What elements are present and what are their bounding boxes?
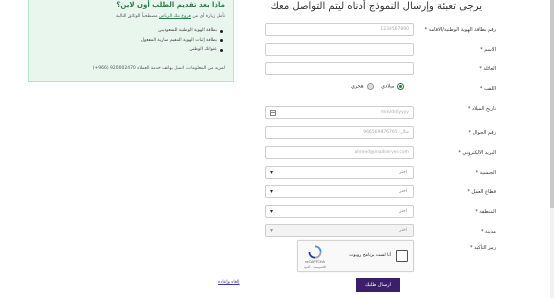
title-option-gregorian-label: ميلادي — [381, 83, 395, 90]
title-option-gregorian[interactable]: ميلادي — [381, 83, 405, 90]
branches-link[interactable]: فروع بنك الرياض — [159, 14, 191, 19]
list-item: بطاقة إثبات الهوية المقيم سارية المفعول — [141, 36, 224, 46]
radio-unchecked-icon[interactable] — [366, 83, 374, 90]
recaptcha-checkbox-label: أنا لست برنامج روبوت — [349, 253, 391, 258]
intro-prefix: نأمل زيارة أي من — [192, 14, 225, 19]
captcha-label: رمز التأكيد * — [470, 245, 496, 251]
region-select[interactable]: ▾ اختر — [265, 205, 414, 218]
contact-info: لمزيد من المعلومات، اتصل بهاتف خدمة العم… — [92, 66, 225, 71]
documents-list: بطاقة الهوية الوطنية للسعوديين بطاقة إثب… — [141, 26, 224, 55]
radio-checked-icon[interactable] — [397, 83, 405, 90]
family-label: العائلة * — [479, 66, 496, 72]
title-option-hijri-label: هجري — [351, 83, 364, 90]
recaptcha-terms[interactable]: الخصوصية - البنود — [300, 265, 330, 269]
id-number-placeholder: 1234567890 — [380, 27, 409, 32]
city-select[interactable]: ▾ اختر — [265, 224, 414, 237]
name-label: الاسم * — [480, 47, 496, 53]
recaptcha-logo-icon — [308, 245, 322, 259]
calendar-icon[interactable] — [270, 109, 276, 116]
family-input[interactable] — [265, 62, 414, 75]
work-sector-label: قطاع العمل * — [467, 189, 496, 195]
mobile-label: رقم الجوال * — [468, 130, 496, 136]
email-placeholder: ahmed@mailserver.com — [354, 150, 409, 155]
recaptcha-brand: reCAPTCHA — [305, 260, 325, 264]
birth-date-label: تاريخ الميلاد * — [467, 106, 496, 112]
title-label: اللقب * — [479, 86, 496, 92]
nationality-selected: اختر — [399, 170, 407, 175]
intro-suffix: مصطحباً الوثائق التالية — [115, 14, 158, 19]
mobile-placeholder: مثال: 966569876765 — [363, 130, 409, 135]
form-heading: يرجى تعبئة وإرسال النموذج أدناه ليتم الت… — [270, 1, 482, 12]
page-scrollbar[interactable] — [550, 0, 554, 298]
reset-link[interactable]: إلغاء وإعادة — [218, 280, 240, 285]
nationality-label: الجنسية * — [475, 170, 496, 176]
title-option-hijri[interactable]: هجري — [351, 83, 374, 90]
title-radio-group: ميلادي هجري — [345, 83, 405, 90]
info-box-intro: نأمل زيارة أي من فروع بنك الرياض مصطحباً… — [116, 14, 225, 19]
chevron-down-icon[interactable]: ▾ — [270, 225, 273, 236]
work-sector-select[interactable]: ▾ اختر — [265, 185, 414, 198]
scrollbar-thumb[interactable] — [550, 0, 554, 208]
city-selected: اختر — [399, 228, 407, 233]
list-item: بطاقة الهوية الوطنية للسعوديين — [141, 26, 224, 36]
id-number-input[interactable]: 1234567890 — [265, 23, 414, 36]
region-label: المنطقة * — [475, 209, 496, 215]
mobile-input[interactable]: مثال: 966569876765 — [265, 126, 414, 139]
recaptcha-widget: أنا لست برنامج روبوت reCAPTCHA الخصوصية … — [297, 240, 414, 272]
info-box: ماذا بعد تقديم الطلب أون لاين؟ نأمل زيار… — [28, 0, 234, 82]
name-input[interactable] — [265, 43, 414, 56]
info-box-title: ماذا بعد تقديم الطلب أون لاين؟ — [116, 1, 225, 9]
email-label: البريد الالكتروني * — [458, 150, 496, 156]
chevron-down-icon[interactable]: ▾ — [270, 206, 273, 217]
city-label: مدينة * — [481, 229, 496, 235]
email-input[interactable]: ahmed@mailserver.com — [265, 146, 414, 159]
work-sector-selected: اختر — [399, 189, 407, 194]
chevron-down-icon[interactable]: ▾ — [270, 167, 273, 178]
birth-date-placeholder: mm/dd/yyyy — [380, 110, 409, 115]
birth-date-input[interactable]: mm/dd/yyyy — [265, 106, 414, 119]
id-number-label: رقم بطاقة الهوية الوطنية/الاقامة * — [424, 27, 496, 33]
submit-button[interactable]: ارسال طلبك — [356, 278, 400, 292]
recaptcha-checkbox[interactable] — [396, 250, 408, 262]
nationality-select[interactable]: ▾ اختر — [265, 166, 414, 179]
chevron-down-icon[interactable]: ▾ — [270, 186, 273, 197]
list-item: عنوانك الوطني — [141, 45, 224, 55]
region-selected: اختر — [399, 209, 407, 214]
